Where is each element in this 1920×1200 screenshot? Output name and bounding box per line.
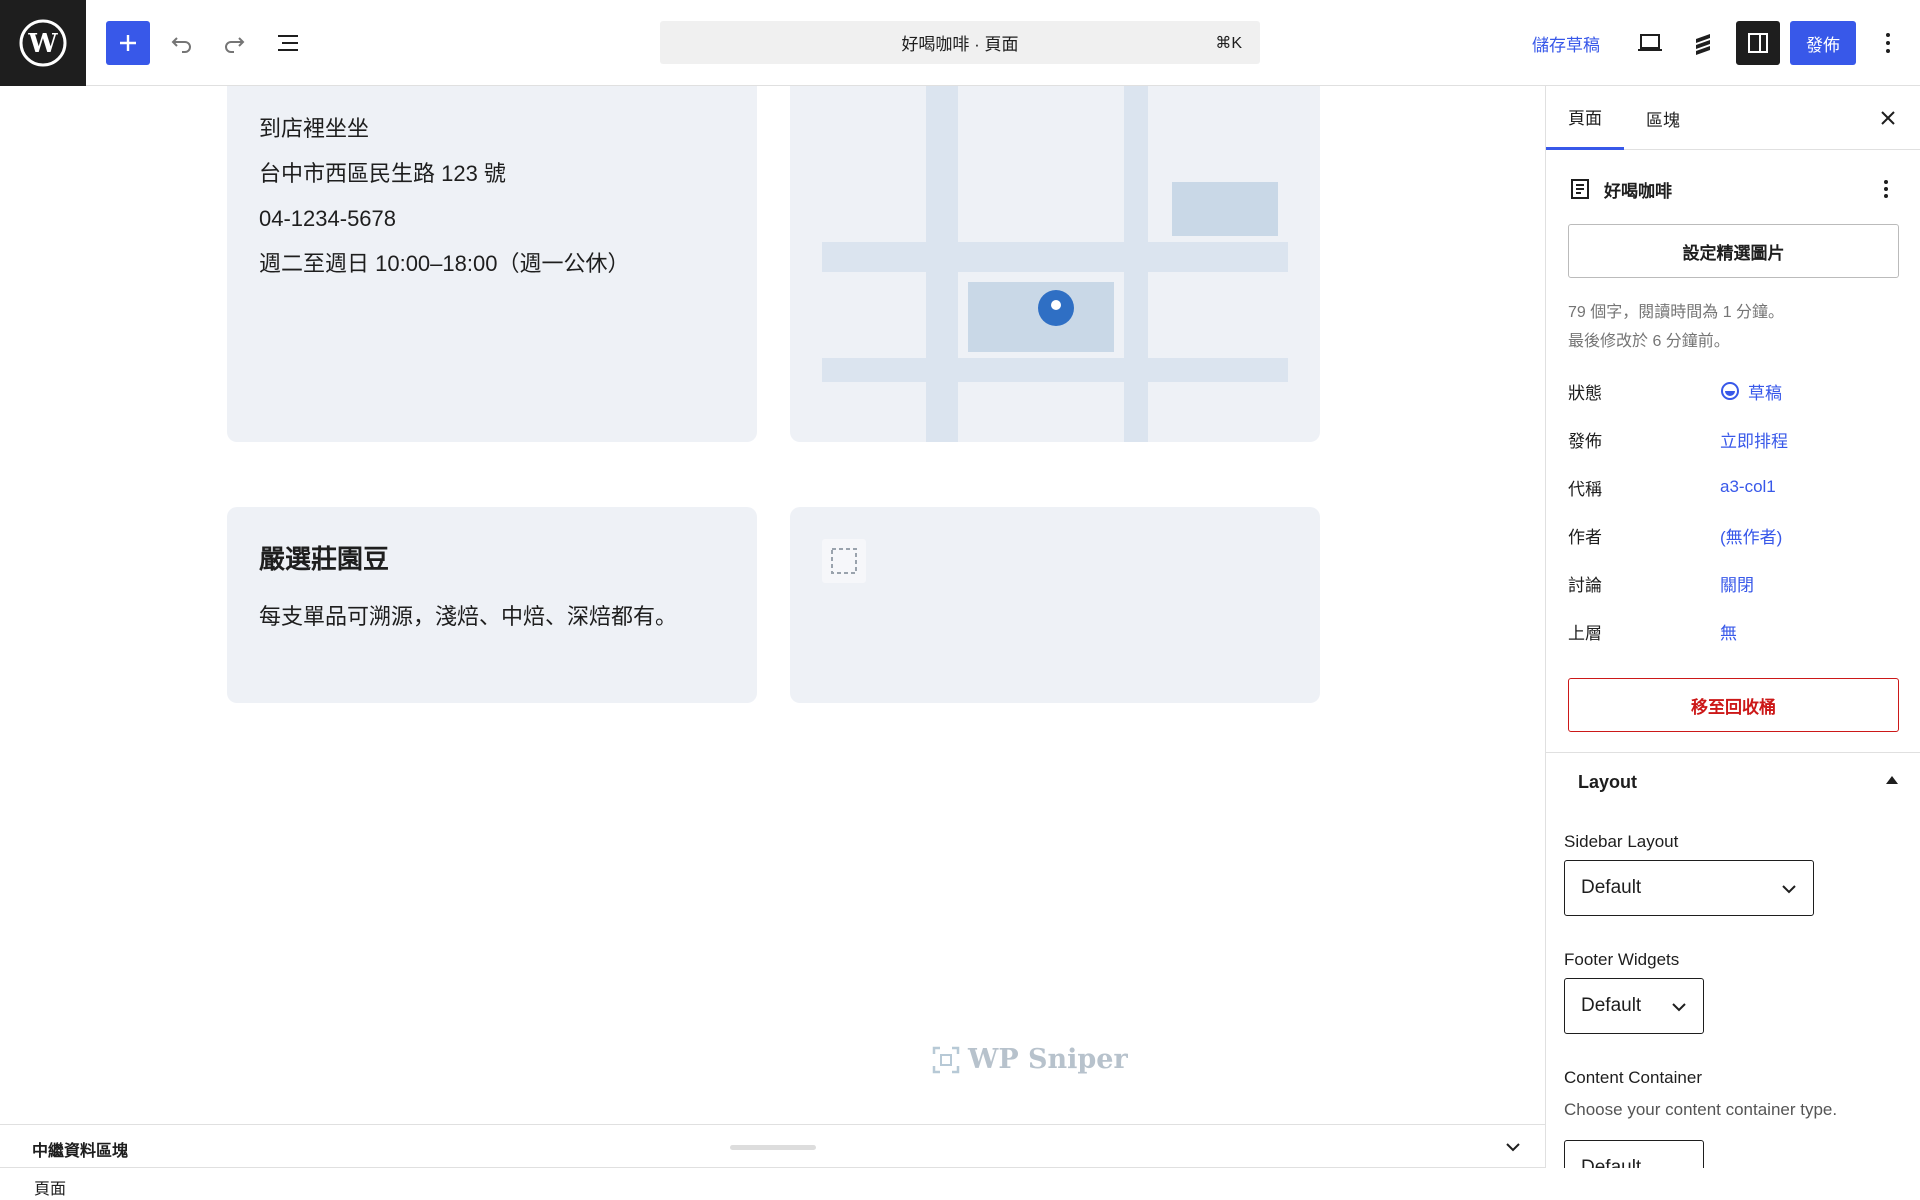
beans-text[interactable]: 每支單品可溯源，淺焙、中焙、深焙都有。 (259, 599, 677, 631)
doc-title: 好喝咖啡 (1604, 181, 1672, 201)
plus-icon (120, 35, 136, 51)
last-modified-text: 最後修改於 6 分鐘前。 (1568, 333, 1730, 350)
prop-parent-label: 上層 (1568, 623, 1602, 643)
empty-image-card[interactable] (790, 507, 1320, 703)
more-vertical-icon (1886, 33, 1890, 53)
move-to-trash-button[interactable]: 移至回收桶 (1568, 678, 1899, 732)
document-meta: 79 個字，閱讀時間為 1 分鐘。 最後修改於 6 分鐘前。 (1568, 298, 1784, 356)
chevron-down-icon (1672, 1003, 1686, 1012)
document-title: 好喝咖啡 · 頁面 (901, 35, 1019, 54)
image-placeholder-icon[interactable] (822, 539, 866, 583)
prop-author-label: 作者 (1568, 527, 1602, 547)
chevron-down-icon (1782, 885, 1796, 894)
word-count-text: 79 個字，閱讀時間為 1 分鐘。 (1568, 304, 1785, 321)
draft-status-icon (1721, 382, 1739, 400)
command-palette-bar[interactable]: 好喝咖啡 · 頁面 ⌘K (660, 21, 1260, 64)
tab-page[interactable]: 頁面 (1546, 86, 1624, 150)
prop-parent: 上層 無 (1568, 616, 1898, 646)
tab-block[interactable]: 區塊 (1624, 86, 1702, 150)
beans-card[interactable]: 嚴選莊園豆 每支單品可溯源，淺焙、中焙、深焙都有。 (227, 507, 757, 703)
page-icon (1571, 179, 1589, 199)
visit-address[interactable]: 台中市西區民生路 123 號 (259, 151, 629, 196)
prop-parent-value[interactable]: 無 (1720, 619, 1737, 644)
theme-tools-button[interactable] (1682, 21, 1726, 65)
undo-button[interactable] (160, 21, 204, 65)
visit-heading[interactable]: 到店裡坐坐 (259, 106, 629, 151)
prop-author: 作者 (無作者) (1568, 520, 1898, 550)
map-road-horizontal-1 (822, 242, 1288, 272)
layout-panel-title[interactable]: Layout (1578, 772, 1637, 793)
prop-status: 狀態 草稿 (1568, 376, 1898, 406)
publish-button[interactable]: 發佈 (1790, 21, 1856, 65)
redo-icon (225, 37, 245, 53)
prop-publish: 發佈 立即排程 (1568, 424, 1898, 454)
svg-text:W: W (27, 29, 58, 59)
breadcrumb[interactable]: 頁面 (34, 1175, 66, 1199)
visit-hours[interactable]: 週二至週日 10:00–18:00（週一公休） (259, 241, 629, 286)
prop-slug-value[interactable]: a3-col1 (1720, 477, 1776, 497)
laptop-icon (1638, 34, 1662, 51)
crosshair-icon (932, 1046, 960, 1073)
stack-icon (1696, 34, 1710, 55)
save-draft-button[interactable]: 儲存草稿 (1520, 21, 1612, 65)
add-block-button[interactable] (106, 21, 150, 65)
footer-widgets-select[interactable]: Default (1564, 978, 1704, 1034)
content-container-select[interactable]: Default (1564, 1140, 1704, 1168)
footer-widgets-value: Default (1581, 995, 1642, 1016)
chevron-down-icon[interactable] (1501, 1135, 1525, 1159)
beans-title[interactable]: 嚴選莊園豆 (259, 539, 389, 576)
content-container-label: Content Container (1564, 1068, 1702, 1087)
sidebar-layout-value: Default (1581, 877, 1642, 898)
content-container-help: Choose your content container type. (1564, 1100, 1838, 1119)
resize-handle[interactable] (730, 1145, 816, 1150)
map-road-horizontal-2 (822, 358, 1288, 382)
meta-boxes-panel: 中繼資料區塊 (0, 1124, 1545, 1168)
editor-canvas: 到店裡坐坐 台中市西區民生路 123 號 04-1234-5678 週二至週日 … (0, 86, 1545, 1124)
prop-slug-label: 代稱 (1568, 479, 1602, 499)
list-view-icon (278, 35, 298, 51)
settings-toggle-button[interactable] (1736, 21, 1780, 65)
prop-status-label: 狀態 (1568, 383, 1602, 403)
content-container-value: Default (1581, 1157, 1642, 1168)
prop-discussion-label: 討論 (1568, 575, 1602, 595)
prop-author-value[interactable]: (無作者) (1720, 523, 1782, 548)
wordpress-logo-icon[interactable]: W (0, 0, 86, 86)
footer-widgets-label: Footer Widgets (1564, 950, 1680, 969)
visit-phone[interactable]: 04-1234-5678 (259, 196, 629, 241)
preview-button[interactable] (1628, 21, 1672, 65)
sidebar-layout-label: Sidebar Layout (1564, 832, 1679, 851)
map-image-block[interactable] (790, 86, 1320, 442)
document-overview-button[interactable] (266, 21, 310, 65)
document-summary: 好喝咖啡 (1568, 174, 1898, 204)
prop-publish-value[interactable]: 立即排程 (1720, 427, 1788, 452)
prop-discussion-value[interactable]: 關閉 (1720, 571, 1754, 596)
map-building-top (1172, 182, 1278, 236)
watermark-logo: WP Sniper (932, 1044, 1128, 1075)
editor-topbar: W 好喝咖啡 · 頁面 ⌘K 儲存草稿 發佈 (0, 0, 1920, 86)
options-button[interactable] (1866, 21, 1910, 65)
visit-info-card[interactable]: 到店裡坐坐 台中市西區民生路 123 號 04-1234-5678 週二至週日 … (227, 86, 757, 442)
more-vertical-icon[interactable] (1874, 177, 1898, 201)
prop-slug: 代稱 a3-col1 (1568, 472, 1898, 502)
undo-icon (171, 37, 191, 53)
sidebar-layout-select[interactable]: Default (1564, 860, 1814, 916)
meta-boxes-title: 中繼資料區塊 (32, 1143, 129, 1160)
prop-discussion: 討論 關閉 (1568, 568, 1898, 598)
sidebar-icon (1748, 33, 1768, 53)
shortcut-hint: ⌘K (1215, 34, 1242, 52)
watermark-text: WP Sniper (968, 1044, 1128, 1075)
status-value-text: 草稿 (1748, 383, 1782, 403)
divider (1546, 752, 1920, 753)
settings-sidebar: 頁面 區塊 好喝咖啡 設定精選圖片 79 個字，閱讀時間為 1 分鐘。 最後修改… (1545, 86, 1920, 1168)
prop-status-value[interactable]: 草稿 (1720, 379, 1782, 404)
redo-button[interactable] (212, 21, 256, 65)
map-pin-icon (1038, 290, 1074, 326)
caret-up-icon[interactable] (1886, 776, 1898, 784)
sidebar-tabs: 頁面 區塊 (1546, 86, 1920, 150)
prop-publish-label: 發佈 (1568, 431, 1602, 451)
set-featured-image-button[interactable]: 設定精選圖片 (1568, 224, 1899, 278)
close-icon[interactable] (1876, 106, 1900, 130)
